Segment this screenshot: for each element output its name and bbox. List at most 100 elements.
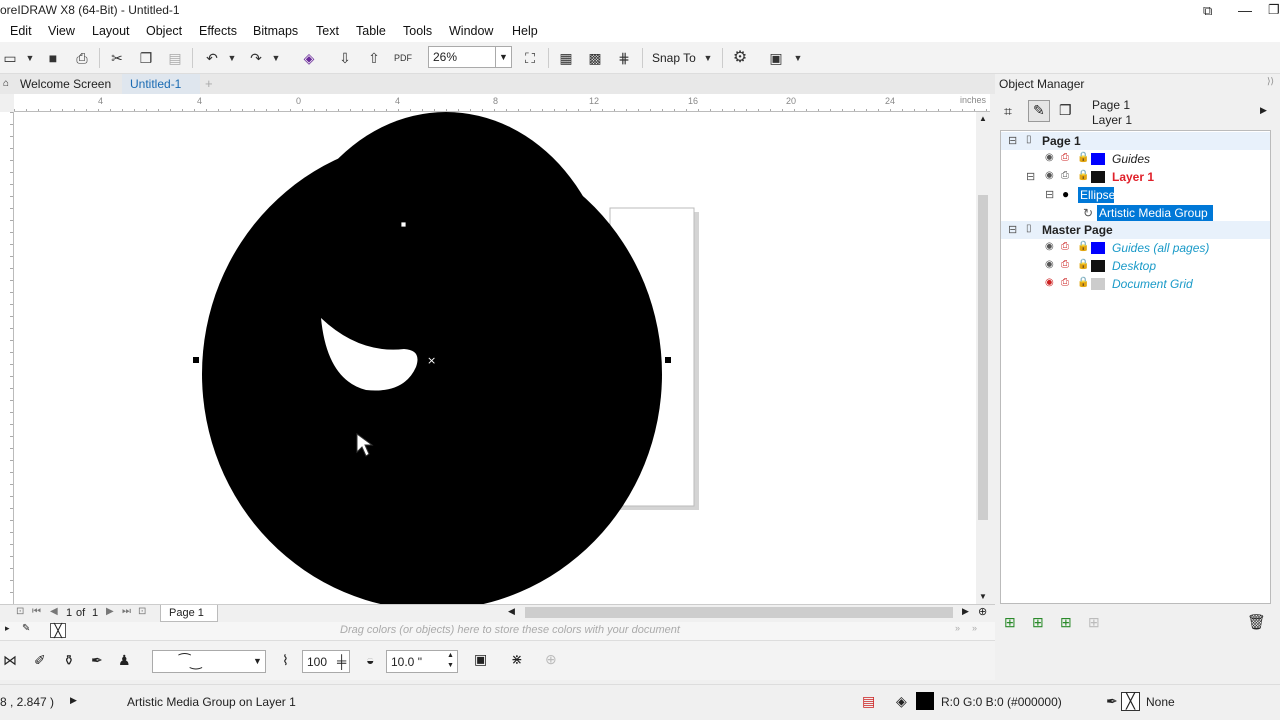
menu-object[interactable]: Object bbox=[146, 24, 182, 38]
color-profile-icon[interactable]: ▤ bbox=[862, 693, 875, 710]
add-page-icon[interactable]: ⊡ bbox=[16, 606, 24, 617]
zoom-dropdown-icon[interactable]: ▼ bbox=[496, 46, 512, 68]
last-page-icon[interactable]: ⏭ bbox=[122, 606, 131, 617]
lock-icon[interactable]: 🔒 bbox=[1077, 152, 1089, 163]
scroll-down-icon[interactable]: ▼ bbox=[979, 592, 987, 601]
copy-icon[interactable]: ❐ bbox=[136, 49, 156, 67]
layer-manager-view-icon[interactable]: ❐ bbox=[1059, 102, 1072, 119]
visible-eye-icon[interactable]: ◉ bbox=[1045, 152, 1054, 163]
first-page-icon[interactable]: ⏮ bbox=[32, 606, 41, 617]
visible-eye-icon[interactable]: ◉ bbox=[1045, 170, 1054, 181]
new-master-layer-odd-icon[interactable]: ⊞ bbox=[1060, 614, 1072, 631]
drawing-canvas[interactable]: × bbox=[14, 112, 976, 604]
stroke-width-input[interactable]: 10.0 " ▲ ▼ bbox=[386, 650, 458, 673]
tree-row-layer1[interactable]: ⊟ ◉ ⎙ 🔒 Layer 1 bbox=[1001, 168, 1270, 186]
menu-effects[interactable]: Effects bbox=[199, 24, 237, 38]
new-master-layer-icon[interactable]: ⊞ bbox=[1032, 614, 1044, 631]
collapse-icon[interactable]: ⊟ bbox=[1008, 134, 1017, 147]
options-gear-icon[interactable]: ⚙ bbox=[730, 49, 750, 67]
menu-edit[interactable]: Edit bbox=[10, 24, 32, 38]
bounding-box-icon[interactable]: ▣ bbox=[474, 651, 487, 668]
calligraphic-icon[interactable]: ✒ bbox=[91, 652, 103, 669]
undo-dropdown-icon[interactable]: ▼ bbox=[222, 49, 242, 67]
collapse-icon[interactable]: ⊟ bbox=[1045, 188, 1054, 201]
show-guidelines-icon[interactable]: ⋕ bbox=[614, 49, 634, 67]
cut-icon[interactable]: ✂ bbox=[107, 49, 127, 67]
tab-untitled[interactable]: Untitled-1 bbox=[130, 77, 181, 91]
menu-window[interactable]: Window bbox=[449, 24, 493, 38]
selection-handle-left[interactable] bbox=[193, 357, 199, 363]
stroke-preset-select[interactable]: ⁀‿ ▼ bbox=[152, 650, 266, 673]
delete-trash-icon[interactable]: 🗑 bbox=[1247, 613, 1266, 631]
vertical-ruler[interactable] bbox=[0, 112, 14, 604]
smoothing-icon[interactable]: ⌇ bbox=[282, 652, 289, 669]
page-tab[interactable]: Page 1 bbox=[169, 607, 204, 619]
snap-to-label[interactable]: Snap To bbox=[652, 51, 696, 65]
eyedropper-icon[interactable]: ✎ bbox=[22, 623, 30, 634]
new-layer-icon[interactable]: ⊞ bbox=[1004, 614, 1016, 631]
status-expand-icon[interactable]: ▶ bbox=[70, 695, 77, 706]
print-disabled-icon[interactable]: ⎙ bbox=[1061, 241, 1069, 252]
edit-across-layers-icon[interactable]: ✎ bbox=[1033, 102, 1045, 119]
tree-row-guides[interactable]: ◉ ⎙ 🔒 Guides bbox=[1001, 150, 1270, 168]
new-tab-icon[interactable]: + bbox=[205, 76, 213, 91]
tab-welcome-screen[interactable]: Welcome Screen bbox=[20, 77, 111, 91]
search-content-icon[interactable]: ◈ bbox=[299, 49, 319, 67]
application-launcher-icon[interactable]: ▣ bbox=[766, 49, 786, 67]
visible-eye-icon[interactable]: ◉ bbox=[1045, 259, 1054, 270]
menu-text[interactable]: Text bbox=[316, 24, 339, 38]
print-disabled-icon[interactable]: ⎙ bbox=[1061, 152, 1069, 163]
smoothing-slider-icon[interactable]: ╪ bbox=[337, 654, 346, 669]
menu-help[interactable]: Help bbox=[512, 24, 538, 38]
palette-scroll-icon[interactable]: » bbox=[955, 623, 960, 633]
prev-page-icon[interactable]: ◀ bbox=[50, 606, 58, 617]
next-page-icon[interactable]: ▶ bbox=[106, 606, 114, 617]
palette-expand-icon[interactable]: ▸ bbox=[5, 623, 10, 634]
selection-node[interactable] bbox=[400, 221, 407, 228]
show-rulers-icon[interactable]: ▦ bbox=[556, 49, 576, 67]
drawing-svg[interactable]: × bbox=[14, 112, 976, 604]
scroll-up-icon[interactable]: ▲ bbox=[979, 114, 987, 123]
scroll-right-icon[interactable]: ▶ bbox=[962, 606, 969, 617]
menu-table[interactable]: Table bbox=[356, 24, 386, 38]
collapse-icon[interactable]: ⊟ bbox=[1008, 223, 1017, 236]
selection-handle-right[interactable] bbox=[665, 357, 671, 363]
lock-icon[interactable]: 🔒 bbox=[1077, 170, 1089, 181]
rotation-center-icon[interactable]: × bbox=[427, 354, 436, 367]
smoothing-input[interactable]: 100 ╪ bbox=[302, 650, 350, 673]
tool-width-icon[interactable]: ◒ bbox=[366, 652, 374, 668]
spin-up-icon[interactable]: ▲ bbox=[447, 652, 454, 659]
tree-row-media-group[interactable]: ↻ Artistic Media Group bbox=[1001, 204, 1270, 222]
docker-collapse-icon[interactable]: ⟩⟩ bbox=[1267, 76, 1274, 87]
print-disabled-icon[interactable]: ⎙ bbox=[1061, 277, 1069, 288]
app-icon[interactable]: ⧉ bbox=[1203, 3, 1212, 19]
preset-brush-icon[interactable]: ⋈ bbox=[3, 652, 17, 669]
outline-none-icon[interactable]: ╳ bbox=[1121, 692, 1140, 711]
open-icon[interactable]: ▭ bbox=[0, 49, 20, 67]
lock-icon[interactable]: 🔒 bbox=[1077, 277, 1089, 288]
new-master-layer-even-icon[interactable]: ⊞ bbox=[1088, 614, 1100, 631]
horizontal-ruler[interactable]: 4 4 0 4 8 12 16 20 24 inches bbox=[14, 94, 990, 112]
menu-view[interactable]: View bbox=[48, 24, 75, 38]
document-palette[interactable]: ▸ ✎ ╳ Drag colors (or objects) here to s… bbox=[0, 622, 995, 640]
minimize-icon[interactable]: — bbox=[1238, 2, 1252, 18]
pdf-icon[interactable]: PDF bbox=[393, 49, 413, 67]
print-disabled-icon[interactable]: ⎙ bbox=[1061, 259, 1069, 270]
tree-row-guides-all[interactable]: ◉ ⎙ 🔒 Guides (all pages) bbox=[1001, 239, 1270, 257]
add-page-after-icon[interactable]: ⊡ bbox=[138, 606, 146, 617]
docker-menu-icon[interactable]: ▶ bbox=[1260, 105, 1267, 116]
fill-icon[interactable]: ◈ bbox=[896, 693, 907, 710]
horizontal-scroll-thumb[interactable] bbox=[525, 607, 953, 618]
undo-icon[interactable]: ↶ bbox=[202, 49, 222, 67]
tree-row-document-grid[interactable]: ◉ ⎙ 🔒 Document Grid bbox=[1001, 275, 1270, 293]
snap-to-dropdown-icon[interactable]: ▼ bbox=[698, 49, 718, 67]
collapse-icon[interactable]: ⊟ bbox=[1026, 170, 1035, 183]
visible-eye-icon[interactable]: ◉ bbox=[1045, 241, 1054, 252]
show-grid-icon[interactable]: ▩ bbox=[585, 49, 605, 67]
palette-scroll-end-icon[interactable]: » bbox=[972, 623, 977, 633]
tree-row-desktop[interactable]: ◉ ⎙ 🔒 Desktop bbox=[1001, 257, 1270, 275]
ellipse-main[interactable] bbox=[202, 138, 662, 604]
lock-icon[interactable]: 🔒 bbox=[1077, 241, 1089, 252]
save-icon[interactable]: ■ bbox=[43, 49, 63, 67]
tree-row-master-page[interactable]: ⊟ ▯ Master Page bbox=[1001, 221, 1270, 239]
